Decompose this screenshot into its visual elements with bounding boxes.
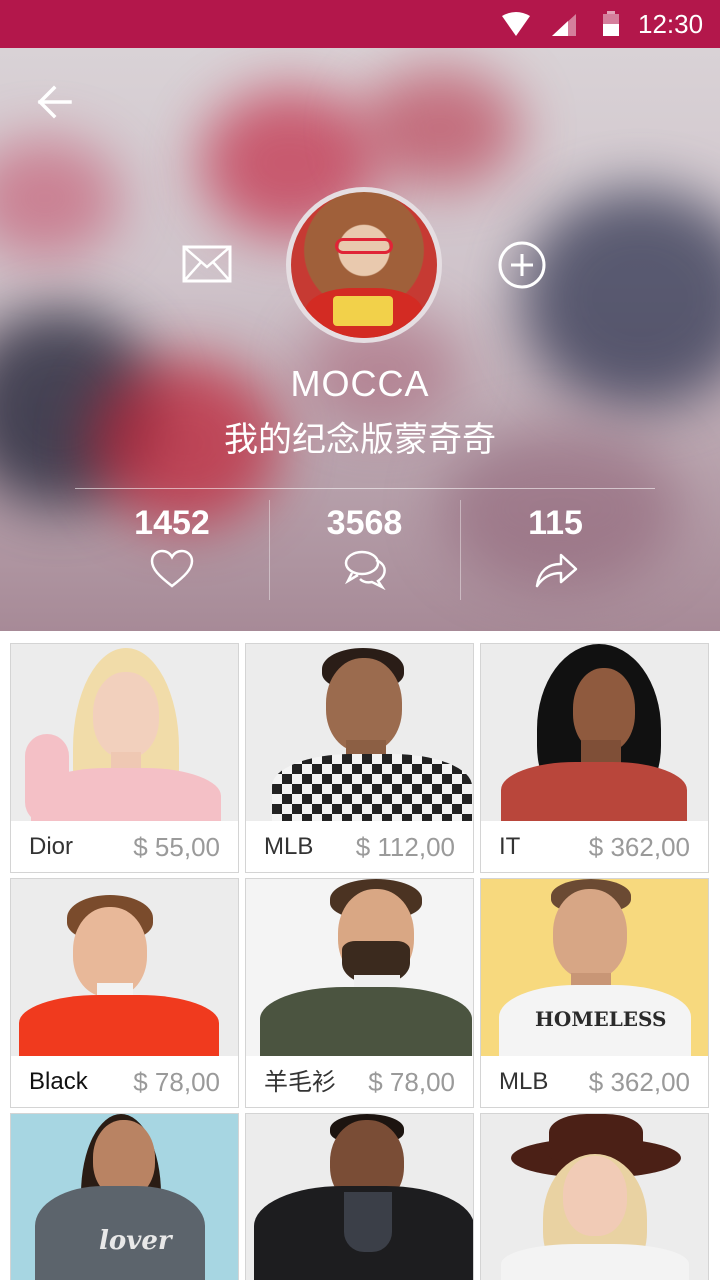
arrow-left-icon[interactable] [34,82,74,122]
product-price: $ 362,00 [588,1067,690,1097]
product-card[interactable]: Dior $ 55,00 [10,643,239,873]
product-photo: lover [11,1114,238,1280]
share-icon [535,553,577,588]
likes-stat[interactable]: 1452 [77,500,267,600]
profile-header: MOCCA 我的纪念版蒙奇奇 1452 3568 115 [0,48,720,631]
product-name: IT [499,833,521,860]
product-photo [481,1114,708,1280]
product-price: $ 78,00 [368,1067,455,1097]
product-price: $ 55,00 [133,832,220,862]
heart-icon [150,549,194,588]
product-card[interactable]: MLB $ 112,00 [245,643,474,873]
product-photo [246,879,473,1056]
product-grid: Dior $ 55,00 MLB $ 112,00 IT $ 362,00 Bl… [0,631,720,1280]
product-name: MLB [264,833,314,860]
sweater-print: lover [99,1226,172,1256]
product-name: 羊毛衫 [264,1068,336,1096]
product-photo [246,1114,473,1280]
product-card[interactable]: IT $ 362,00 [480,643,709,873]
shares-stat[interactable]: 115 [460,500,650,600]
profile-bio: 我的纪念版蒙奇奇 [224,420,496,460]
product-card[interactable]: lover [10,1113,239,1280]
plus-circle-icon[interactable] [497,240,547,290]
divider [75,488,655,489]
product-photo [11,644,238,821]
product-name: Black [29,1068,88,1095]
product-card[interactable] [245,1113,474,1280]
username: MOCCA [290,363,430,404]
clock: 12:30 [638,9,704,39]
product-card[interactable]: HOMELESS MLB $ 362,00 [480,878,709,1108]
product-photo: HOMELESS [481,879,708,1056]
wifi-icon [502,12,530,36]
product-price: $ 78,00 [133,1067,220,1097]
shares-count: 115 [528,504,583,542]
product-name: Dior [29,833,74,860]
tee-print: HOMELESS [535,1007,667,1031]
product-card[interactable] [480,1113,709,1280]
likes-count: 1452 [134,504,210,542]
product-card[interactable]: Black $ 78,00 [10,878,239,1108]
product-photo [11,879,238,1056]
product-price: $ 362,00 [588,832,690,862]
product-photo [481,644,708,821]
product-price: $ 112,00 [355,832,455,862]
comment-icon [344,550,386,590]
signal-icon [552,14,576,36]
avatar[interactable] [286,187,442,343]
product-photo [246,644,473,821]
product-card[interactable]: 羊毛衫 $ 78,00 [245,878,474,1108]
comments-count: 3568 [326,504,403,542]
battery-icon [603,11,619,36]
product-name: MLB [499,1068,549,1095]
status-bar: 12:30 [0,0,720,48]
comments-stat[interactable]: 3568 [269,500,459,600]
envelope-icon[interactable] [182,242,232,286]
